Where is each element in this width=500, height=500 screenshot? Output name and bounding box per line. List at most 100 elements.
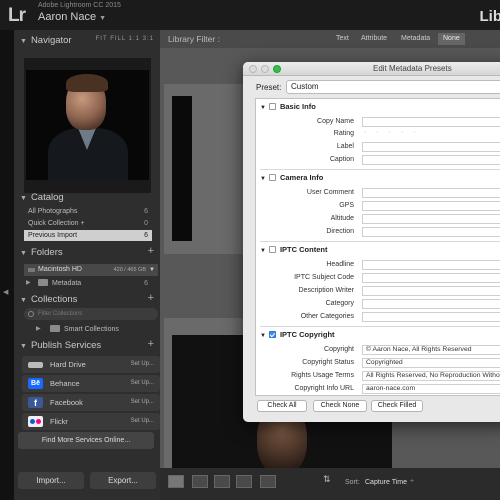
section-iptc-copyright[interactable]: ▼ IPTC Copyright (260, 330, 335, 339)
navigator-header[interactable]: ▼ Navigator (20, 35, 72, 46)
collapse-left-icon[interactable]: ◀ (3, 288, 8, 296)
expand-triangle-icon[interactable]: ▼ (260, 248, 266, 254)
label-field[interactable] (362, 142, 500, 152)
copyright-field[interactable]: © Aaron Nace, All Rights Reserved (362, 345, 500, 355)
section-camera-info[interactable]: ▼ Camera Info (260, 173, 323, 182)
close-icon[interactable] (249, 65, 257, 73)
export-button[interactable]: Export... (90, 472, 156, 489)
navigator-preview[interactable] (24, 58, 151, 193)
dialog-title: Edit Metadata Presets (373, 64, 452, 73)
field-label: Label (336, 143, 354, 150)
loupe-view-icon[interactable] (192, 475, 208, 488)
sort-direction-icon[interactable]: ⇅ (323, 474, 331, 485)
people-view-icon[interactable] (260, 475, 276, 488)
folder-item-count: 6 (144, 280, 148, 287)
metadata-fields-list[interactable]: ▼ Basic Info Copy Name Rating · · · · · L… (255, 98, 500, 396)
collections-filter-placeholder: Filter Collections (38, 311, 83, 317)
navigator-zoom-options[interactable]: FIT FILL 1:1 3:1 (96, 36, 154, 42)
filter-metadata[interactable]: Metadata (401, 35, 430, 42)
find-more-services-button[interactable]: Find More Services Online... (18, 432, 154, 449)
section-checkbox[interactable] (268, 103, 276, 110)
subject-code-field[interactable] (362, 273, 500, 283)
collections-filter-input[interactable]: Filter Collections (24, 308, 158, 320)
user-comment-field[interactable] (362, 188, 500, 198)
filter-none[interactable]: None (438, 33, 465, 45)
service-setup-link[interactable]: Set Up... (131, 394, 154, 411)
other-categories-field[interactable] (362, 312, 500, 322)
disclosure-triangle-icon[interactable]: ▶ (26, 278, 31, 289)
direction-field[interactable] (362, 227, 500, 237)
check-filled-button[interactable]: Check Filled (371, 400, 423, 412)
section-checkbox[interactable] (268, 246, 276, 253)
publish-services-header[interactable]: ▼ Publish Services (20, 340, 101, 351)
minimize-icon[interactable] (261, 65, 269, 73)
headline-field[interactable] (362, 260, 500, 270)
check-none-button[interactable]: Check None (313, 400, 367, 412)
folders-header[interactable]: ▼ Folders (20, 247, 63, 258)
section-basic-info[interactable]: ▼ Basic Info (260, 102, 316, 111)
grid-thumbnail[interactable] (172, 96, 192, 241)
dialog-titlebar[interactable]: Edit Metadata Presets (243, 62, 500, 76)
add-publish-service-icon[interactable]: + (148, 338, 154, 350)
left-panel-edge[interactable]: ◀ (0, 30, 14, 500)
chevron-updown-icon[interactable]: ÷ (410, 478, 414, 485)
zoom-icon[interactable] (273, 65, 281, 73)
section-checkbox[interactable] (268, 174, 276, 181)
expand-triangle-icon[interactable]: ▼ (260, 333, 266, 339)
volume-macintosh-hd[interactable]: Macintosh HD 420 / 465 GB ▼ (24, 264, 158, 276)
copyright-info-url-field[interactable]: aaron-nace.com (362, 384, 500, 394)
service-hard-drive[interactable]: Hard Drive Set Up... (22, 356, 160, 373)
navigator-photo (26, 70, 149, 180)
rights-usage-terms-field[interactable]: All Rights Reserved, No Reproduction Wit… (362, 371, 500, 381)
collection-item-smart-collections[interactable]: ▶ Smart Collections (24, 324, 152, 335)
preset-select[interactable]: Custom (286, 80, 500, 94)
filter-attribute[interactable]: Attribute (361, 35, 387, 42)
portrait-hair (66, 74, 108, 92)
user-name[interactable]: Aaron Nace ▼ (38, 11, 106, 23)
expand-triangle-icon[interactable]: ▼ (260, 176, 266, 182)
search-icon (28, 311, 34, 317)
folder-item-label: Metadata (52, 280, 82, 287)
service-setup-link[interactable]: Set Up... (131, 356, 154, 373)
module-library[interactable]: Lib (480, 8, 500, 25)
rating-stars[interactable]: · · · · · (364, 129, 419, 136)
hard-drive-icon (28, 362, 43, 368)
service-flickr[interactable]: Flickr Set Up... (22, 413, 160, 430)
catalog-item-previous-import[interactable]: Previous Import 6 (24, 230, 152, 241)
service-facebook[interactable]: f Facebook Set Up... (22, 394, 160, 411)
caption-field[interactable] (362, 155, 500, 165)
check-all-button[interactable]: Check All (257, 400, 307, 412)
chevron-down-icon[interactable]: ▼ (149, 264, 155, 276)
service-setup-link[interactable]: Set Up... (131, 413, 154, 430)
service-setup-link[interactable]: Set Up... (131, 375, 154, 392)
field-label: IPTC Subject Code (294, 274, 354, 281)
sort-select[interactable]: Capture Time (365, 479, 407, 486)
collections-header[interactable]: ▼ Collections (20, 294, 77, 305)
service-behance[interactable]: Bē Behance Set Up... (22, 375, 160, 392)
description-writer-field[interactable] (362, 286, 500, 296)
grid-view-icon[interactable] (168, 475, 184, 488)
service-label: Hard Drive (50, 360, 86, 369)
compare-view-icon[interactable] (214, 475, 230, 488)
add-collection-icon[interactable]: + (148, 292, 154, 304)
catalog-header[interactable]: ▼ Catalog (20, 192, 64, 203)
altitude-field[interactable] (362, 214, 500, 224)
add-folder-icon[interactable]: + (148, 245, 154, 257)
copyright-status-select[interactable]: Copyrighted (362, 358, 500, 368)
filter-text[interactable]: Text (336, 35, 349, 42)
survey-view-icon[interactable] (236, 475, 252, 488)
copy-name-field[interactable] (362, 117, 500, 127)
expand-triangle-icon[interactable]: ▼ (260, 105, 266, 111)
section-iptc-content[interactable]: ▼ IPTC Content (260, 245, 327, 254)
field-label: Other Categories (300, 313, 354, 320)
publish-services-title: Publish Services (30, 340, 102, 351)
catalog-item-quick-collection[interactable]: Quick Collection + 0 (24, 218, 152, 229)
section-checkbox-checked[interactable] (268, 331, 276, 338)
category-field[interactable] (362, 299, 500, 309)
folder-item-metadata[interactable]: ▶ Metadata 6 (24, 278, 152, 289)
catalog-item-all-photographs[interactable]: All Photographs 6 (24, 206, 152, 217)
gps-field[interactable] (362, 201, 500, 211)
import-button[interactable]: Import... (18, 472, 84, 489)
disclosure-triangle-icon[interactable]: ▶ (36, 324, 41, 335)
catalog-title: Catalog (30, 192, 64, 203)
